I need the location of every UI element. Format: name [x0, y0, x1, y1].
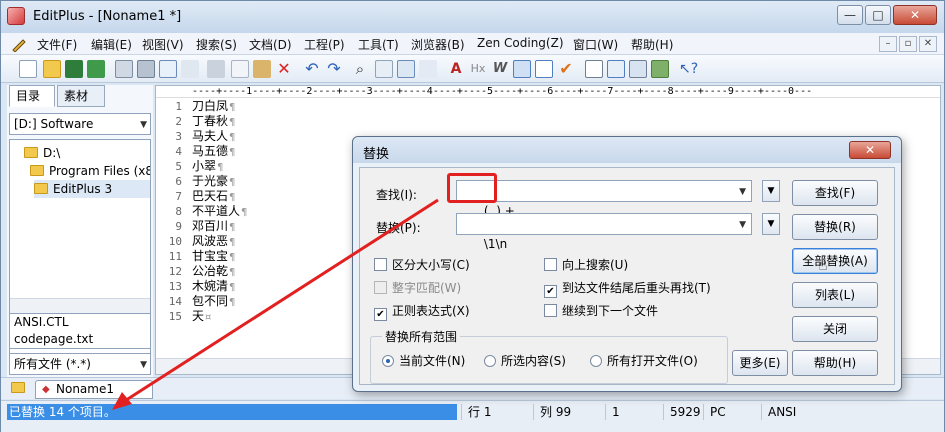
mouse-cursor-icon: ☝: [818, 255, 828, 274]
annotation-arrow-icon: [112, 198, 439, 410]
